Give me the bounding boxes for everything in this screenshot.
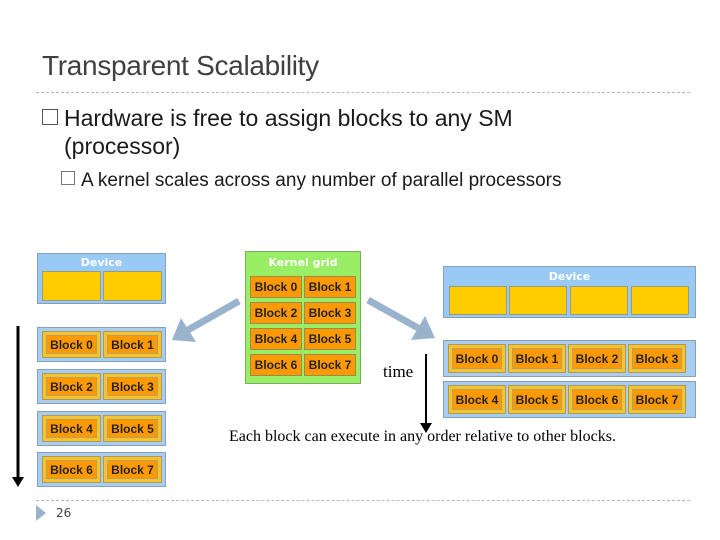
left-assign-arrow [172, 297, 241, 342]
arrows-layer [12, 296, 435, 487]
right-time-arrow [420, 354, 432, 433]
caption: Each block can execute in any order rela… [229, 428, 616, 445]
footer-divider [36, 500, 690, 501]
left-time-arrow [12, 326, 24, 487]
slide-number: 26 [56, 506, 72, 520]
time-label: time [383, 362, 414, 381]
right-assign-arrow [366, 296, 435, 340]
slide-number-marker-icon [36, 505, 46, 521]
